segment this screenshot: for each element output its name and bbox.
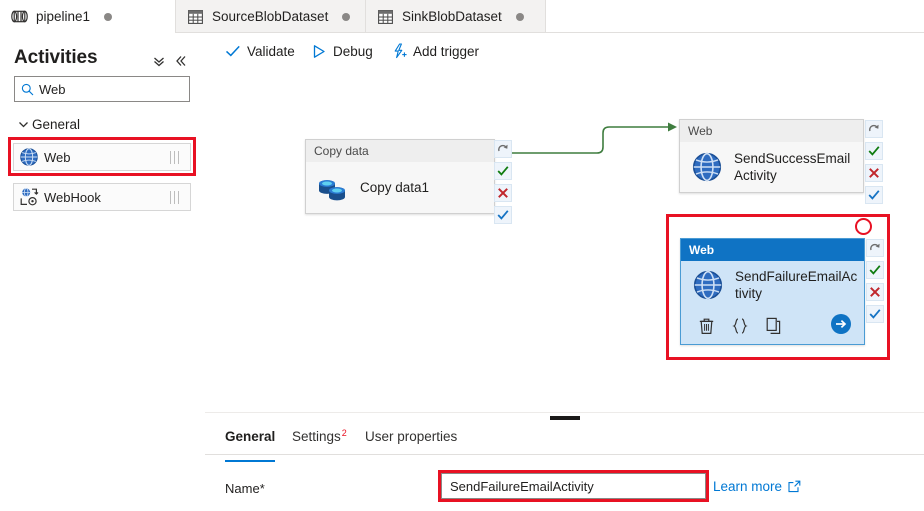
add-trigger-button[interactable]: Add trigger: [388, 39, 479, 63]
tab-sinkblobdataset[interactable]: SinkBlobDataset: [366, 0, 546, 33]
tab-strip-filler: [546, 0, 924, 33]
double-chevron-down-icon[interactable]: [149, 51, 169, 71]
annotation-circle: [855, 218, 872, 235]
retry-icon[interactable]: [495, 141, 511, 157]
table-icon: [376, 8, 394, 26]
tab-settings[interactable]: Settings 2: [292, 421, 347, 461]
unsaved-dot: [342, 12, 351, 21]
copy-data-icon: [306, 173, 360, 203]
validate-label: Validate: [247, 43, 295, 59]
double-chevron-left-icon[interactable]: [171, 51, 191, 71]
pipeline-command-bar: Validate Debug Add trigger: [205, 33, 924, 70]
activity-group-label: General: [32, 116, 81, 132]
tab-user-properties[interactable]: User properties: [365, 421, 457, 461]
editor-tab-strip: pipeline1 SourceBlobDataset SinkBlobData…: [0, 0, 924, 33]
chevron-down-icon: [14, 119, 32, 130]
failure-x-icon[interactable]: [866, 165, 882, 181]
drag-handle-icon[interactable]: [170, 151, 182, 164]
unsaved-dot: [104, 12, 113, 21]
page-title: Activities: [14, 47, 98, 68]
node-handles-copy-data1: [495, 141, 511, 229]
status-badge: 2: [341, 428, 347, 438]
webhook-icon: [14, 187, 44, 207]
activity-item-web[interactable]: Web: [13, 143, 191, 171]
search-input[interactable]: Web: [14, 76, 190, 102]
retry-icon[interactable]: [866, 121, 882, 137]
validate-button[interactable]: Validate: [222, 39, 295, 63]
tab-label: User properties: [365, 429, 458, 444]
activity-item-label: WebHook: [44, 189, 101, 205]
activity-item-webhook[interactable]: WebHook: [13, 183, 191, 211]
learn-more-link[interactable]: Learn more: [713, 479, 801, 494]
play-icon: [308, 41, 330, 61]
unsaved-dot: [515, 12, 524, 21]
tab-label: SourceBlobDataset: [212, 9, 329, 24]
properties-tab-bar: General Settings 2 User properties: [205, 421, 924, 462]
completion-check-icon[interactable]: [866, 187, 882, 203]
tab-sourceblobdataset[interactable]: SourceBlobDataset: [176, 0, 366, 33]
tab-label: General: [225, 429, 276, 444]
check-icon: [222, 41, 244, 61]
properties-panel: General Settings 2 User properties Name*…: [205, 421, 924, 511]
activity-item-label: Web: [44, 149, 71, 165]
success-check-icon[interactable]: [866, 143, 882, 159]
splitter-grip[interactable]: [550, 416, 580, 420]
globe-icon: [680, 151, 734, 183]
lightning-plus-icon: [388, 41, 410, 61]
failure-x-icon[interactable]: [495, 185, 511, 201]
pipeline-icon: [10, 8, 28, 26]
node-sendsuccessemailactivity[interactable]: Web SendSuccessEmailActivity: [679, 119, 864, 193]
search-input-value: Web: [39, 81, 66, 97]
table-icon: [186, 8, 204, 26]
open-in-new-icon: [788, 480, 801, 493]
activity-group-general[interactable]: General: [14, 114, 190, 134]
highlight-box-selected-node: [666, 214, 890, 360]
tab-label: pipeline1: [36, 9, 91, 24]
adf-pipeline-editor: pipeline1 SourceBlobDataset SinkBlobData…: [0, 0, 924, 511]
debug-label: Debug: [333, 43, 373, 59]
active-tab-underline: [225, 460, 276, 462]
tab-label: SinkBlobDataset: [402, 9, 502, 24]
search-icon: [15, 83, 39, 96]
completion-check-icon[interactable]: [495, 207, 511, 223]
success-check-icon[interactable]: [495, 163, 511, 179]
pipeline-canvas[interactable]: Copy data Copy data1 Web SendSuccessEmai…: [205, 69, 924, 412]
node-name: Copy data1: [360, 180, 430, 195]
name-input[interactable]: SendFailureEmailActivity: [441, 473, 706, 499]
name-field-row: Name* SendFailureEmailActivity Learn mor…: [205, 469, 924, 509]
node-copy-data1[interactable]: Copy data Copy data1: [305, 139, 495, 214]
node-name: SendSuccessEmailActivity: [734, 151, 851, 183]
activities-panel-header: Activities: [0, 41, 205, 73]
name-label-text: Name: [225, 481, 260, 496]
add-trigger-label: Add trigger: [413, 43, 480, 59]
node-body: SendSuccessEmailActivity: [680, 142, 863, 192]
node-handles-sendsuccessemailactivity: [866, 121, 882, 209]
drag-handle-icon[interactable]: [170, 191, 182, 204]
node-type-label: Copy data: [306, 140, 494, 162]
tab-label: Settings: [292, 429, 341, 444]
learn-more-label: Learn more: [713, 479, 783, 494]
name-field-label: Name*: [225, 481, 265, 496]
activities-panel: Activities Web General Web WebHook: [0, 33, 206, 511]
globe-icon: [14, 147, 44, 167]
tab-general[interactable]: General: [225, 421, 276, 462]
node-body: Copy data1: [306, 162, 494, 213]
required-mark: *: [259, 481, 265, 496]
tab-pipeline1[interactable]: pipeline1: [0, 0, 176, 33]
debug-button[interactable]: Debug: [308, 39, 373, 63]
node-type-label: Web: [680, 120, 863, 142]
